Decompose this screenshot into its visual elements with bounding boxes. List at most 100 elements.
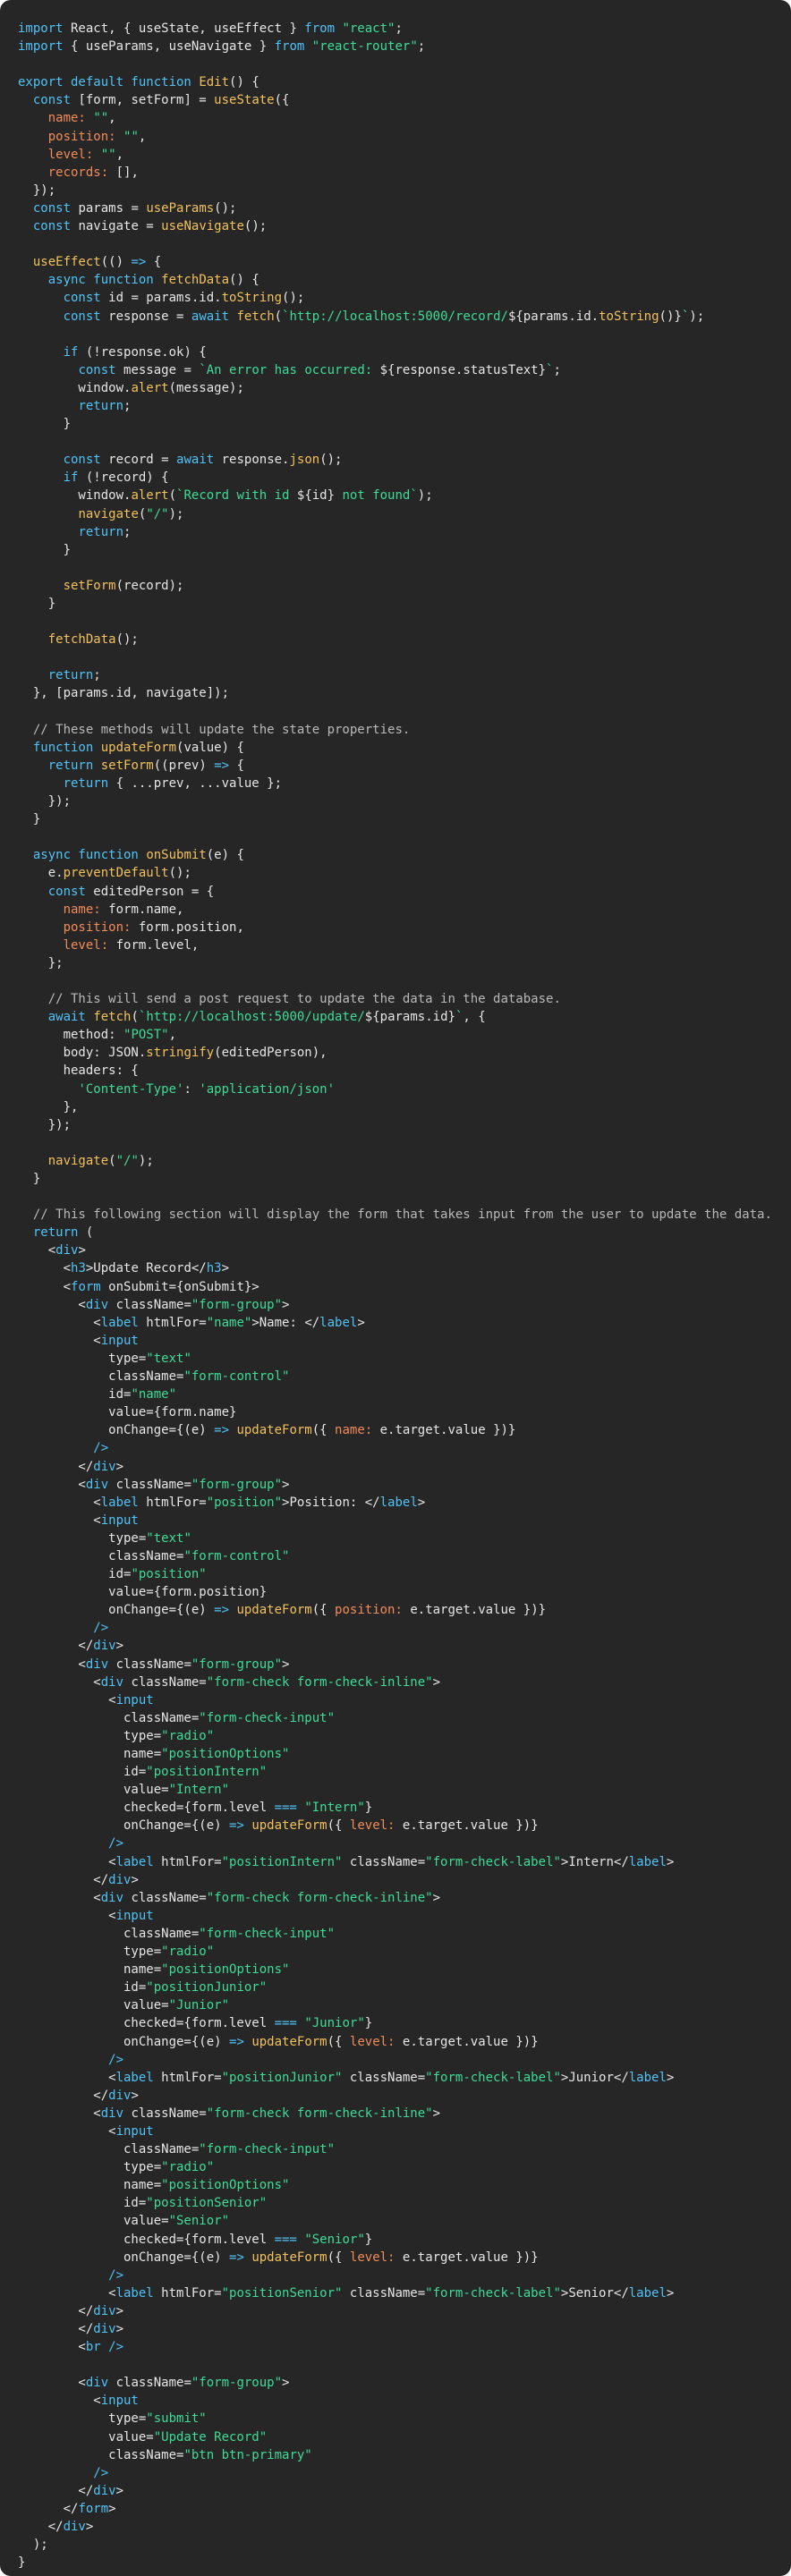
code-token: return xyxy=(78,398,124,413)
code-token: className= xyxy=(342,2285,426,2301)
code-token: preventDefault xyxy=(63,866,169,881)
code-token: value={form.position} xyxy=(18,1585,268,1600)
code-token: alert xyxy=(131,488,169,504)
code-token: const xyxy=(47,884,86,899)
code-token: >Name: </ xyxy=(251,1315,320,1330)
code-line: if (!response.ok) { xyxy=(18,343,791,361)
code-token: ${id} xyxy=(296,488,336,504)
code-line: <h3>Update Record</h3> xyxy=(18,1259,791,1277)
code-token: name= xyxy=(18,1747,162,1761)
code-token: < xyxy=(18,1243,56,1258)
code-token: "text" xyxy=(146,1530,191,1546)
code-line: // This following section will display t… xyxy=(18,1206,791,1224)
code-token: div xyxy=(93,2483,116,2498)
code-token: } xyxy=(18,2555,26,2571)
code-token: id= xyxy=(18,2196,147,2211)
code-token: const xyxy=(63,309,101,324)
code-token: response = xyxy=(100,309,191,324)
code-token: } xyxy=(364,2016,373,2031)
code-token: "positionIntern" xyxy=(221,1854,343,1869)
code-token: updateForm xyxy=(251,2250,327,2265)
code-token: (message); xyxy=(168,380,244,395)
code-line: } xyxy=(18,415,791,433)
code-token: } xyxy=(18,812,41,827)
code-token: ; xyxy=(417,39,426,55)
code-line: type="text" xyxy=(18,1350,791,1368)
code-line: } xyxy=(18,1170,791,1188)
code-line: navigate("/"); xyxy=(18,1152,791,1170)
code-token: < xyxy=(18,2285,116,2301)
code-token: "position" xyxy=(206,1495,283,1510)
code-token: const xyxy=(32,219,72,234)
code-token: 'application/json' xyxy=(199,1081,336,1097)
code-line: <div className="form-check form-check-in… xyxy=(18,2105,791,2123)
code-token: onChange={(e) xyxy=(18,1423,215,1438)
code-line: value={form.name} xyxy=(18,1403,791,1421)
code-token: /> xyxy=(108,1836,124,1852)
code-token: return xyxy=(63,775,109,791)
code-token: const xyxy=(32,93,72,108)
code-line: className="form-check-input" xyxy=(18,1925,791,1943)
code-token: > xyxy=(666,2285,675,2301)
code-line: id="positionSenior" xyxy=(18,2194,791,2212)
code-line: return ( xyxy=(18,1224,791,1241)
code-token: fetch xyxy=(236,309,275,324)
code-token: >Position: </ xyxy=(282,1495,380,1510)
code-line: }, [params.id, navigate]); xyxy=(18,684,791,702)
code-token: return xyxy=(47,758,94,773)
code-token: } xyxy=(364,2232,373,2247)
code-token: < xyxy=(18,2376,86,2391)
code-token: "" xyxy=(93,111,109,126)
code-token: "react" xyxy=(342,21,396,36)
code-line: position: "", xyxy=(18,128,791,146)
code-token: records: xyxy=(47,165,109,180)
code-line: name="positionOptions" xyxy=(18,2176,791,2194)
code-line: </div> xyxy=(18,2302,791,2320)
code-token: ; xyxy=(93,668,101,683)
code-line: navigate("/"); xyxy=(18,505,791,523)
code-token: > xyxy=(115,1459,124,1474)
code-token: navigate = xyxy=(71,219,162,234)
code-line: <label htmlFor="positionSenior" classNam… xyxy=(18,2284,791,2302)
code-token: useNavigate xyxy=(161,219,244,234)
code-token: ; xyxy=(395,21,403,36)
code-token: fetchData xyxy=(161,273,230,288)
code-token: useParams xyxy=(146,200,215,216)
code-line: import { useParams, useNavigate } from "… xyxy=(18,38,791,55)
code-token: "react-router" xyxy=(311,39,418,55)
code-token: > xyxy=(131,1872,139,1887)
code-token: "Junior" xyxy=(304,2016,365,2031)
code-token: div xyxy=(85,2376,109,2391)
code-token: type= xyxy=(18,1530,147,1546)
code-token: label xyxy=(115,1854,154,1869)
code-token: { xyxy=(229,758,244,773)
code-line: onChange={(e) => updateForm({ level: e.t… xyxy=(18,2249,791,2267)
code-token: 'Content-Type' xyxy=(78,1081,184,1097)
code-token: Edit xyxy=(199,75,230,90)
code-token: < xyxy=(18,2340,86,2355)
code-token: className= xyxy=(18,1369,184,1385)
code-line: type="submit" xyxy=(18,2410,791,2428)
code-block[interactable]: import React, { useState, useEffect } fr… xyxy=(0,20,791,2572)
code-line: value={form.position} xyxy=(18,1583,791,1601)
code-line: if (!record) { xyxy=(18,469,791,487)
code-token: "/" xyxy=(115,1153,139,1168)
code-token: value= xyxy=(18,1783,169,1798)
code-line: checked={form.level === "Junior"} xyxy=(18,2014,791,2032)
code-line: /> xyxy=(18,2051,791,2069)
code-editor[interactable]: import React, { useState, useEffect } fr… xyxy=(0,0,791,2576)
code-token: => xyxy=(229,2250,244,2265)
code-line: e.preventDefault(); xyxy=(18,864,791,882)
code-token: value= xyxy=(18,1998,169,2013)
code-token: { xyxy=(146,255,162,270)
